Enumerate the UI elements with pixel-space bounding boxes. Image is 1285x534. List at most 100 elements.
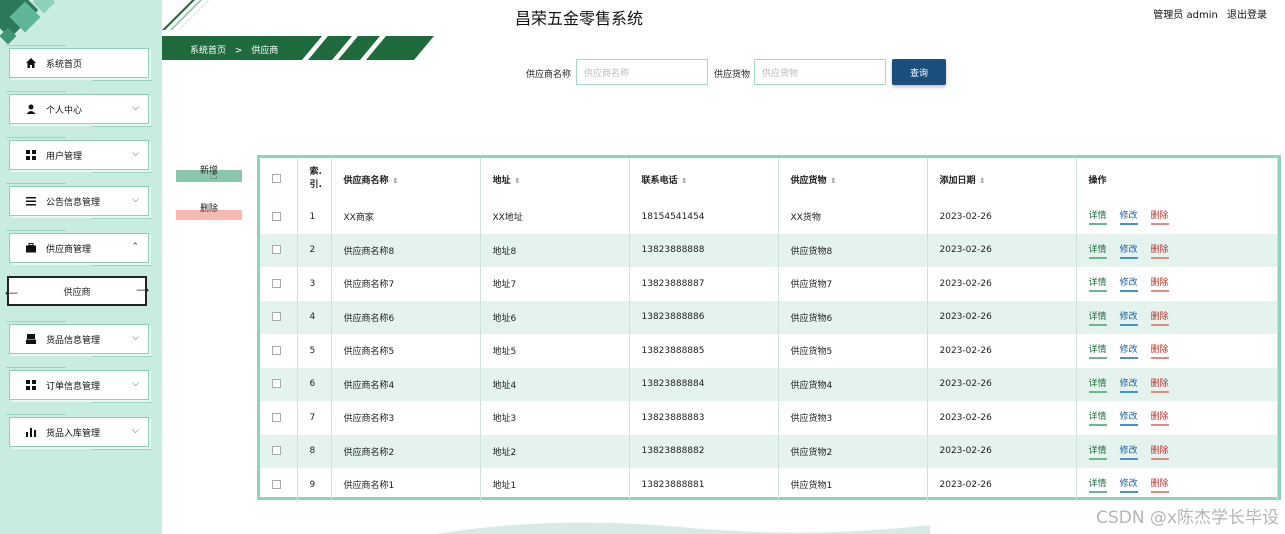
supplier-name-input[interactable]: 供应商名称 [576,59,708,85]
add-button[interactable]: 新增 [176,160,242,182]
logo-decoration [0,0,56,45]
sort-icon[interactable]: ⇕ [980,177,986,185]
edit-button[interactable]: 修改 [1119,376,1138,393]
cell-supplier-name: 供应商名称4 [331,367,481,401]
sidebar-item-suppliers[interactable]: 供应商管理 ⌃ [6,230,152,266]
row-select-cell [260,267,298,301]
sort-icon[interactable]: ⇕ [831,177,837,185]
cell-address: XX地址 [480,200,630,234]
select-all-checkbox[interactable] [272,174,281,183]
cell-date: 2023-02-26 [927,468,1077,502]
header-goods[interactable]: 供应货物 ⇕ [778,158,928,200]
cell-date: 2023-02-26 [927,434,1077,468]
detail-button[interactable]: 详情 [1088,309,1107,326]
sort-icon[interactable]: ⇕ [682,177,688,185]
query-button[interactable]: 查询 [892,59,946,85]
cell-supplier-name: 供应商名称1 [331,468,481,502]
sidebar-subitem-supplier[interactable]: ⟵ 供应商 ⟶ [5,276,149,306]
detail-button[interactable]: 详情 [1088,342,1107,360]
row-checkbox[interactable] [272,479,281,489]
sort-icon[interactable]: ⇕ [393,177,399,185]
row-delete-button[interactable]: 删除 [1150,376,1169,393]
footer-wave-decoration [436,522,930,534]
row-select-cell [260,468,298,502]
row-delete-button[interactable]: 删除 [1150,208,1169,226]
detail-button[interactable]: 详情 [1088,376,1107,393]
cell-date: 2023-02-26 [927,401,1077,435]
row-delete-button[interactable]: 删除 [1150,309,1169,326]
cell-phone: 13823888882 [629,434,779,468]
edit-button[interactable]: 修改 [1119,342,1138,360]
cell-phone: 13823888883 [629,401,779,435]
sidebar-item-orders[interactable]: 订单信息管理 ⌵ [6,367,152,403]
row-checkbox[interactable] [272,211,281,221]
row-delete-button[interactable]: 删除 [1150,242,1169,259]
delete-button[interactable]: 删除 [176,198,242,220]
cell-phone: 13823888888 [629,233,779,267]
header-supplier-name[interactable]: 供应商名称 ⇕ [331,158,481,200]
cell-goods: XX货物 [778,200,928,234]
edit-button[interactable]: 修改 [1119,208,1138,226]
row-checkbox[interactable] [272,412,281,422]
supplier-table: 索. 引. 供应商名称 ⇕ 地址 ⇕ 联系电话 ⇕ 供应货物 ⇕ 添加日期 ⇕ 操作 1X… [257,155,1281,502]
row-checkbox[interactable] [272,312,281,322]
row-delete-button[interactable]: 删除 [1150,275,1169,293]
cell-index: 1 [297,200,332,234]
detail-button[interactable]: 详情 [1088,476,1107,494]
logout-link[interactable]: 退出登录 [1227,10,1267,21]
edit-button[interactable]: 修改 [1119,242,1138,259]
detail-button[interactable]: 详情 [1088,242,1107,259]
row-checkbox[interactable] [272,245,281,255]
detail-button[interactable]: 详情 [1088,275,1107,293]
detail-button[interactable]: 详情 [1088,208,1107,226]
row-checkbox[interactable] [272,446,281,456]
detail-button[interactable]: 详情 [1088,443,1107,460]
bar-chart-icon [24,427,38,437]
row-delete-button[interactable]: 删除 [1150,476,1169,494]
cell-phone: 13823888886 [629,300,779,334]
cell-address: 地址8 [480,233,630,267]
table-row: 2 供应商名称8 地址8 13823888888 供应货物8 2023-02-26 详情 修改… [260,233,1278,267]
sidebar-item-stock-in[interactable]: 货品入库管理 ⌵ [6,414,152,450]
sidebar-item-goods[interactable]: 货品信息管理 ⌵ [6,321,152,357]
breadcrumb-home[interactable]: 系统首页 [190,46,226,56]
breadcrumb: 系统首页 > 供应商 [190,43,278,56]
cell-actions: 详情 修改 删除 [1076,367,1278,401]
chevron-down-icon: ⌵ [132,379,139,389]
breadcrumb-current: 供应商 [251,46,279,56]
sidebar-item-profile[interactable]: 个人中心 ⌵ [6,91,152,127]
chevron-up-icon: ⌃ [131,242,139,252]
cell-index: 5 [297,334,332,368]
cell-phone: 13823888887 [629,267,779,301]
cell-supplier-name: 供应商名称2 [331,434,481,468]
page: 系统首页 个人中心 ⌵ 用户管理 ⌵ 公告信息管理 ⌵ 供应商管理 ⌃ ⟵ 供应… [0,0,1285,534]
cell-supplier-name: 供应商名称7 [331,267,481,301]
row-checkbox[interactable] [272,278,281,288]
edit-button[interactable]: 修改 [1119,409,1138,427]
sort-icon[interactable]: ⇕ [515,177,521,185]
detail-button[interactable]: 详情 [1088,409,1107,427]
cell-supplier-name: 供应商名称5 [331,334,481,368]
edit-button[interactable]: 修改 [1119,476,1138,494]
row-delete-button[interactable]: 删除 [1150,443,1169,460]
table-row: 6 供应商名称4 地址4 13823888884 供应货物4 2023-02-26 详情 修改… [260,367,1278,401]
row-delete-button[interactable]: 删除 [1150,409,1169,427]
edit-button[interactable]: 修改 [1119,309,1138,326]
sidebar-item-home[interactable]: 系统首页 [6,45,152,81]
edit-button[interactable]: 修改 [1119,275,1138,293]
sidebar-item-announcements[interactable]: 公告信息管理 ⌵ [6,183,152,219]
edit-button[interactable]: 修改 [1119,443,1138,460]
cell-supplier-name: 供应商名称6 [331,300,481,334]
header-address[interactable]: 地址 ⇕ [480,158,630,200]
row-checkbox[interactable] [272,379,281,389]
row-delete-button[interactable]: 删除 [1150,342,1169,360]
cell-supplier-name: XX商家 [331,200,481,234]
supply-goods-input[interactable]: 供应货物 [754,59,886,85]
sidebar-item-users[interactable]: 用户管理 ⌵ [6,137,152,173]
header-phone[interactable]: 联系电话 ⇕ [629,158,779,200]
row-checkbox[interactable] [272,345,281,355]
sidebar-item-label: 用户管理 [46,151,83,162]
home-icon [24,58,38,68]
header-date[interactable]: 添加日期 ⇕ [927,158,1077,200]
cell-goods: 供应货物3 [778,401,928,435]
